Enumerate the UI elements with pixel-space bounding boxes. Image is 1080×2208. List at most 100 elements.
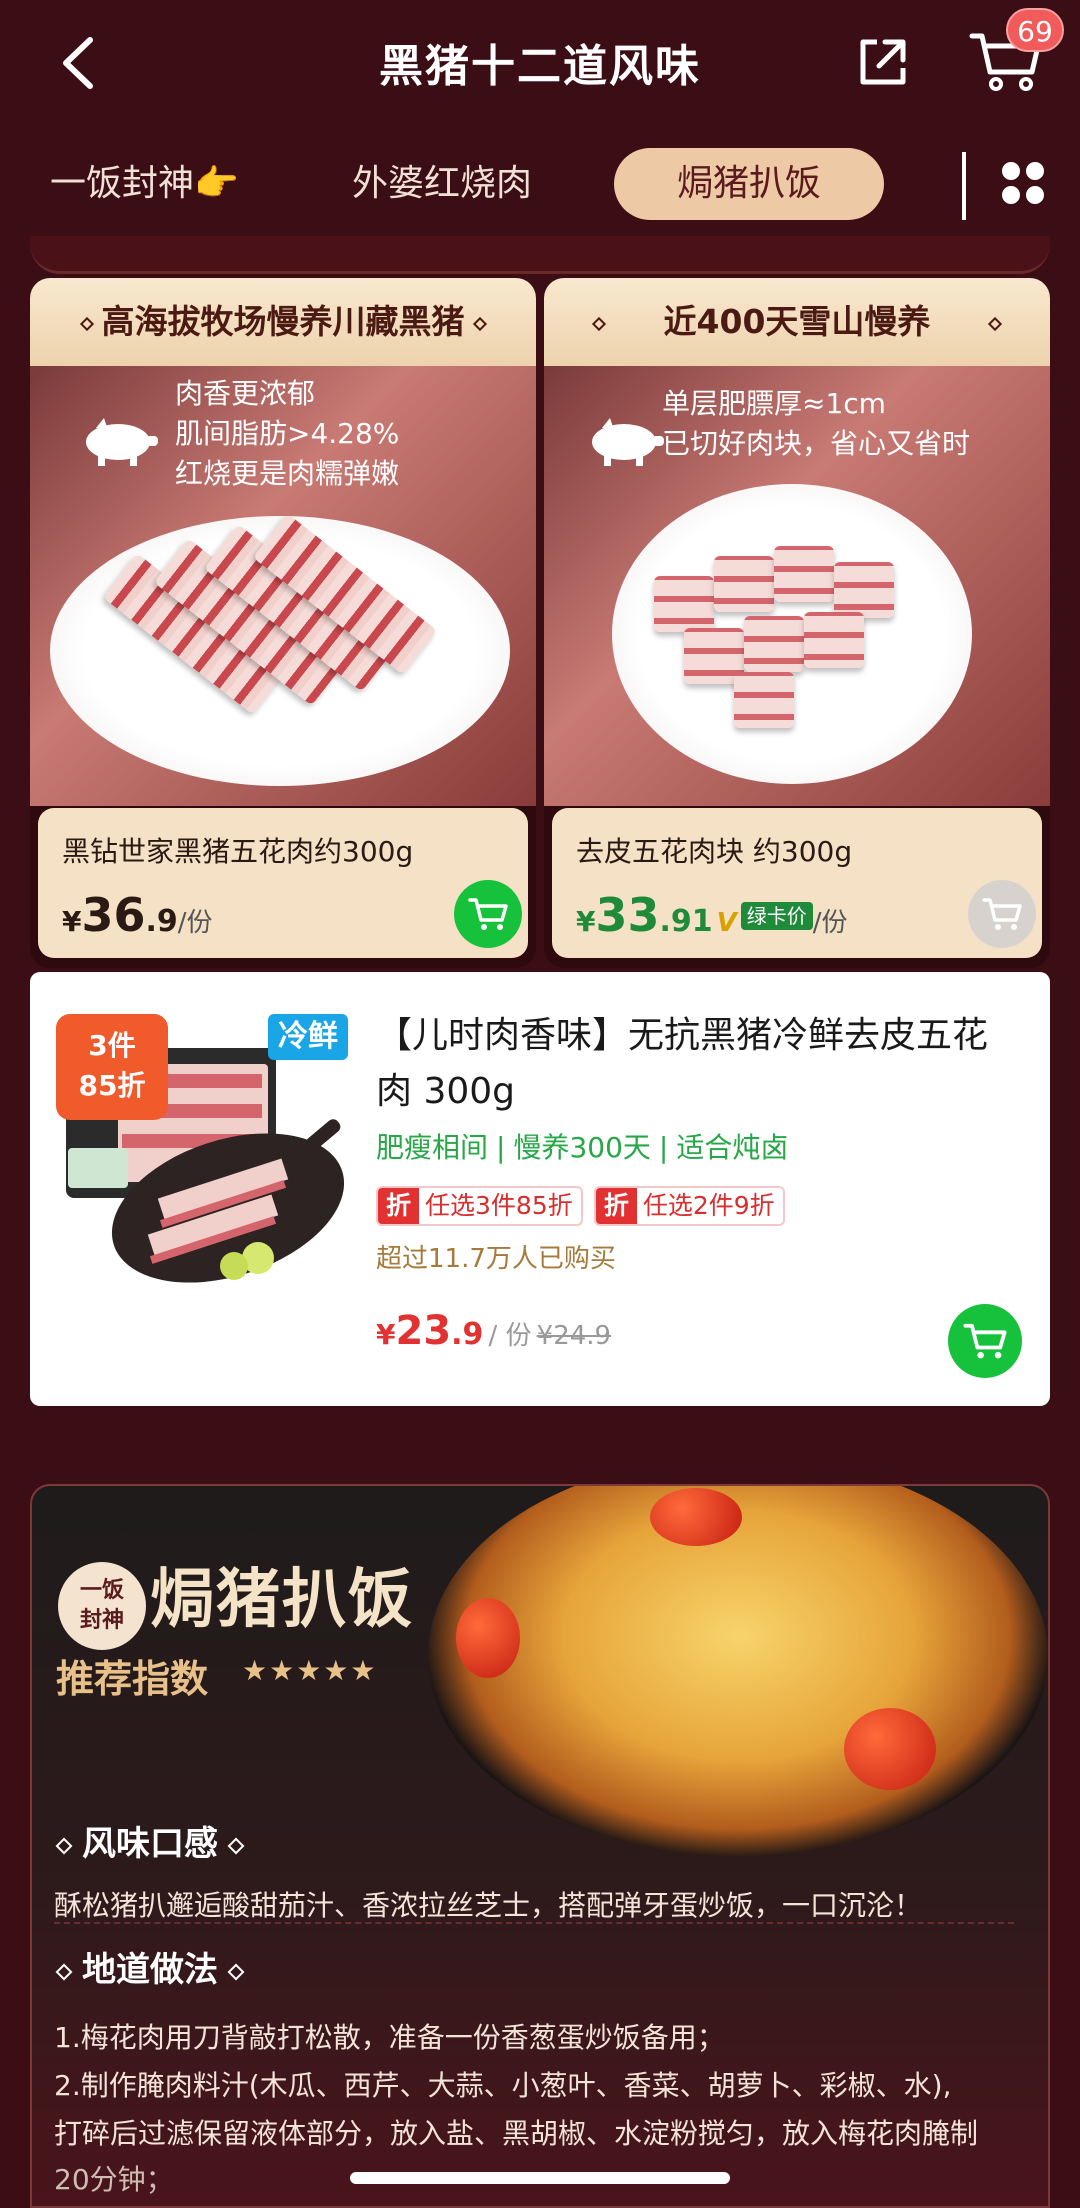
price-unit: /份 <box>177 908 213 938</box>
section-heading-text: 风味口感 <box>82 1824 218 1864</box>
product-features: 单层肥膘厚≈1cm 已切好肉块，省心又省时 <box>662 384 970 464</box>
diamond-icon <box>55 1963 73 1980</box>
discount-coupons: 折任选3件85折 折任选2件9折 <box>376 1186 791 1226</box>
flavor-description: 酥松猪扒邂逅酸甜茄汁、香浓拉丝芝士，搭配弹牙蛋炒饭，一口沉沦！ <box>54 1889 923 1922</box>
recipe-step: 1.梅花肉用刀背敲打松散，准备一份香葱蛋炒饭备用； <box>54 2021 725 2054</box>
coupon-tag: 折 <box>378 1188 420 1224</box>
feature-tag: 肥瘦相间 <box>376 1131 489 1164</box>
section-heading: 风味口感 <box>54 1816 246 1865</box>
pork-cube <box>714 556 774 612</box>
product-image: 单层肥膘厚≈1cm 已切好肉块，省心又省时 <box>544 366 1050 806</box>
add-to-cart-button[interactable] <box>454 880 522 948</box>
header-bar: 黑猪十二道风味 69 <box>0 0 1080 125</box>
recommend-label: 推荐指数 <box>56 1657 209 1701</box>
badge-line: 一饭 <box>79 1578 124 1603</box>
product-image: 肉香更浓郁 肌间脂肪>4.28% 红烧更是肉糯弹嫩 <box>30 366 536 806</box>
product-name: 黑钻世家黑猪五花肉约300g <box>62 835 414 868</box>
list-product-card[interactable]: 3件 85折 冷鲜 【儿时肉香味】无抗黑猪冷鲜去皮五花肉 300g 肥瘦相间 | 慢… <box>30 972 1050 1406</box>
add-to-cart-button[interactable] <box>968 880 1036 948</box>
feature-line: 肉香更浓郁 <box>175 377 316 410</box>
price-decimal: .91 <box>659 904 713 939</box>
price-currency: ¥ <box>376 1318 396 1351</box>
tomato-garnish <box>844 1708 936 1790</box>
chilled-fresh-badge: 冷鲜 <box>268 1014 348 1060</box>
product-title[interactable]: 【儿时肉香味】无抗黑猪冷鲜去皮五花肉 300g <box>376 1008 1016 1120</box>
share-button[interactable] <box>855 34 911 90</box>
feature-line: 已切好肉块，省心又省时 <box>662 427 971 460</box>
rating-stars: ★★★★★ <box>242 1654 378 1687</box>
product-price: ¥33.91 V 绿卡价/份 <box>576 888 848 942</box>
share-icon <box>860 39 906 85</box>
pork-cube <box>834 562 894 618</box>
section-heading: 地道做法 <box>54 1942 246 1991</box>
feature-tag: 适合炖卤 <box>676 1131 789 1164</box>
recipe-step: 2.制作腌肉料汁(木瓜、西芹、大蒜、小葱叶、香菜、胡萝卜、彩椒、水), <box>54 2069 952 2102</box>
tab-yifan-fengshen[interactable]: 一饭封神👉 <box>50 148 239 220</box>
coupon-text: 任选3件85折 <box>425 1191 573 1220</box>
price-integer: 23 <box>395 1308 452 1354</box>
product-headline-text: 高海拔牧场慢养川藏黑猪 <box>101 302 465 341</box>
feature-separator: | <box>658 1131 669 1164</box>
pork-cube <box>654 576 714 632</box>
grid-menu-button[interactable] <box>1000 160 1046 206</box>
pig-icon <box>86 418 158 466</box>
price-decimal: .9 <box>451 1317 484 1352</box>
product-card[interactable]: 高海拔牧场慢养川藏黑猪 肉香更浓郁 肌间脂肪>4.28% 红烧更是肉糯弹嫩 黑钻… <box>30 278 536 968</box>
dish-image <box>428 1486 1048 1856</box>
divider <box>54 1922 1014 1924</box>
pork-cube <box>804 612 864 668</box>
vip-mark: V <box>716 908 737 938</box>
promo-line: 3件 <box>88 1029 136 1062</box>
product-card[interactable]: 近400天雪山慢养 单层肥膘厚≈1cm 已切好肉块，省心又省时 去皮五花肉块 约… <box>544 278 1050 968</box>
page-title: 黑猪十二道风味 <box>379 41 701 92</box>
member-price-tag: 绿卡价 <box>740 902 813 930</box>
product-features: 肉香更浓郁 肌间脂肪>4.28% 红烧更是肉糯弹嫩 <box>175 374 399 494</box>
price-currency: ¥ <box>62 905 82 938</box>
diamond-icon <box>227 1963 245 1980</box>
grid-icon <box>1002 162 1044 204</box>
product-info: 去皮五花肉块 约300g ¥33.91 V 绿卡价/份 <box>552 808 1042 958</box>
promo-badge: 3件 85折 <box>56 1014 168 1120</box>
pork-cube <box>744 616 804 672</box>
pork-cube <box>734 672 794 728</box>
recipe-banner: 一饭 封神 焗猪扒饭 推荐指数 ★★★★★ 风味口感 酥松猪扒邂逅酸甜茄汁、香浓… <box>30 1484 1050 2208</box>
tab-ju-zhupa-fan[interactable]: 焗猪扒饭 <box>614 148 884 220</box>
tab-waipo-hongshaorou[interactable]: 外婆红烧肉 <box>352 148 532 220</box>
feature-line: 单层肥膘厚≈1cm <box>662 387 886 420</box>
cart-icon <box>468 898 508 930</box>
price-integer: 36 <box>81 888 146 942</box>
recipe-step: 打碎后过滤保留液体部分，放入盐、黑胡椒、水淀粉搅匀，放入梅花肉腌制 <box>54 2117 979 2150</box>
diamond-icon <box>79 316 94 331</box>
tomato-garnish <box>650 1488 742 1546</box>
pork-cube <box>774 546 834 602</box>
diamond-icon <box>227 1837 245 1854</box>
cart-icon <box>982 898 1022 930</box>
coupon-tag: 折 <box>595 1188 637 1224</box>
discount-coupon[interactable]: 折任选2件9折 <box>593 1186 785 1226</box>
original-price: ¥24.9 <box>536 1321 612 1351</box>
promo-line: 85折 <box>78 1069 146 1102</box>
product-info: 黑钻世家黑猪五花肉约300g ¥36.9/份 <box>38 808 528 958</box>
add-to-cart-button[interactable] <box>948 1304 1022 1378</box>
badge-line: 封神 <box>79 1608 124 1633</box>
product-headline: 高海拔牧场慢养川藏黑猪 <box>30 278 536 366</box>
product-name: 去皮五花肉块 约300g <box>576 835 853 868</box>
product-price: ¥23.9 / 份 ¥24.9 <box>376 1308 611 1354</box>
feature-line: 肌间脂肪>4.28% <box>175 417 400 450</box>
diamond-icon <box>988 316 1003 331</box>
diamond-icon <box>55 1837 73 1854</box>
feature-tag: 慢养300天 <box>513 1131 651 1164</box>
feature-separator: | <box>496 1131 506 1164</box>
recipe-title: 焗猪扒饭 <box>150 1562 414 1637</box>
price-integer: 33 <box>595 888 660 942</box>
brand-badge: 一饭 封神 <box>58 1562 146 1650</box>
discount-coupon[interactable]: 折任选3件85折 <box>376 1186 583 1226</box>
home-indicator[interactable] <box>350 2172 730 2184</box>
product-features: 肥瘦相间 | 慢养300天 | 适合炖卤 <box>376 1126 788 1166</box>
tab-divider <box>962 152 966 220</box>
coupon-text: 任选2件9折 <box>642 1191 775 1220</box>
cart-count-badge: 69 <box>1006 8 1064 52</box>
price-decimal: .9 <box>145 904 178 939</box>
diamond-icon <box>472 316 487 331</box>
feature-line: 红烧更是肉糯弹嫩 <box>175 457 400 490</box>
